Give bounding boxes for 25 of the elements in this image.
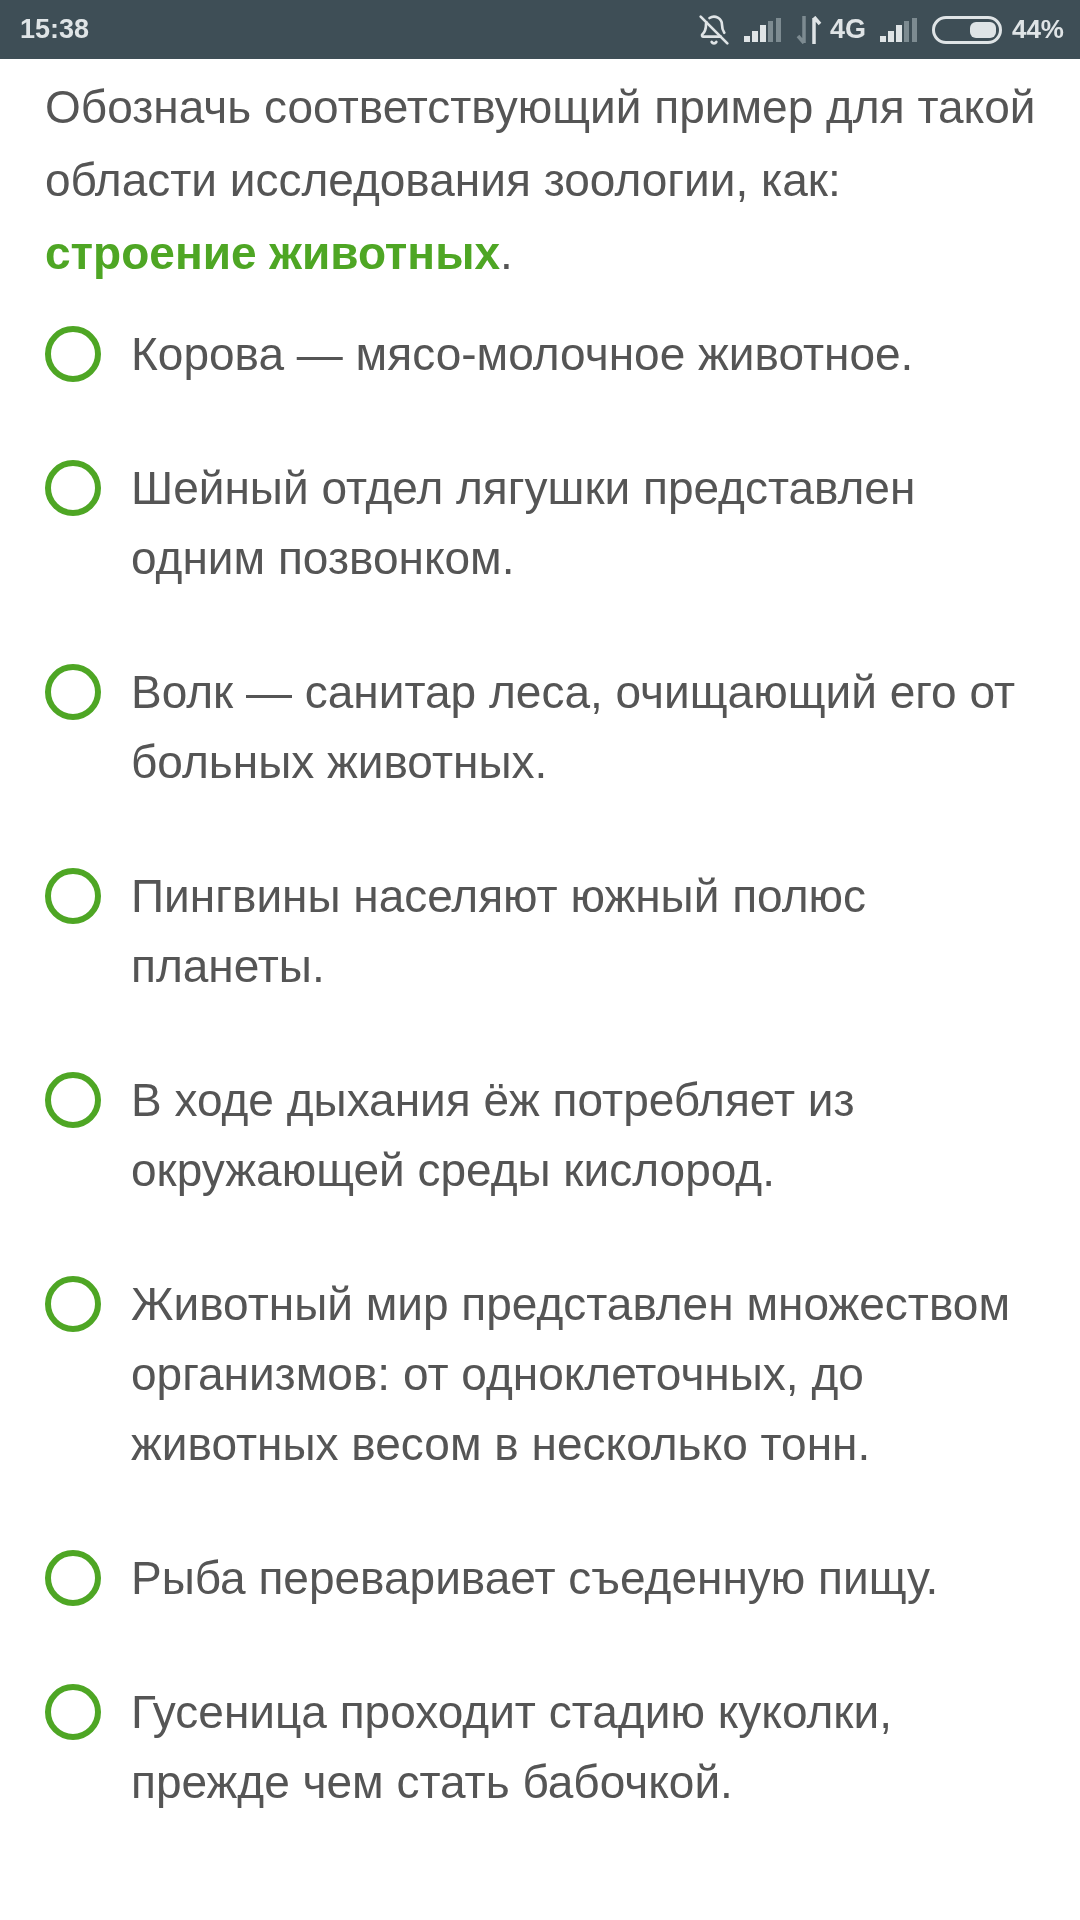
radio-button[interactable] [45, 664, 101, 720]
radio-button[interactable] [45, 868, 101, 924]
radio-button[interactable] [45, 1276, 101, 1332]
option-text[interactable]: Шейный отдел лягушки представлен одним позвонком. [131, 453, 1050, 593]
option-text[interactable]: Гусеница проходит стадию куколки, прежде чем стать бабочкой. [131, 1677, 1050, 1817]
radio-button[interactable] [45, 1072, 101, 1128]
signal-strength-icon [879, 17, 918, 42]
option-text[interactable]: Пингвины населяют южный полюс планеты. [131, 861, 1050, 1001]
radio-button[interactable] [45, 326, 101, 382]
radio-button[interactable] [45, 460, 101, 516]
battery-percent: 44% [1011, 13, 1064, 46]
radio-button[interactable] [45, 1550, 101, 1606]
battery-icon [931, 15, 1002, 44]
signal-strength-icon [743, 17, 782, 42]
status-time: 15:38 [20, 13, 90, 47]
radio-button[interactable] [45, 1684, 101, 1740]
option-text[interactable]: Корова — мясо-молочное животное. [131, 319, 914, 389]
data-arrows-icon [795, 15, 822, 44]
option-text[interactable]: Рыба переваривает съеденную пищу. [131, 1543, 939, 1613]
option-text[interactable]: Животный мир представлен множеством организмов: от одноклеточных, до животных весом в несколько тонн. [131, 1269, 1050, 1479]
option-text[interactable]: Волк — санитар леса, очищающий его от больных животных. [131, 657, 1050, 797]
question-text: Обозначь соответствующий пример для такой области исследования зоологии, как: строение животных. [45, 80, 1037, 281]
network-type: 4G [829, 13, 866, 47]
muted-bell-icon [697, 13, 730, 46]
option-text[interactable]: В ходе дыхания ёж потребляет из окружающей среды кислород. [131, 1065, 1050, 1205]
